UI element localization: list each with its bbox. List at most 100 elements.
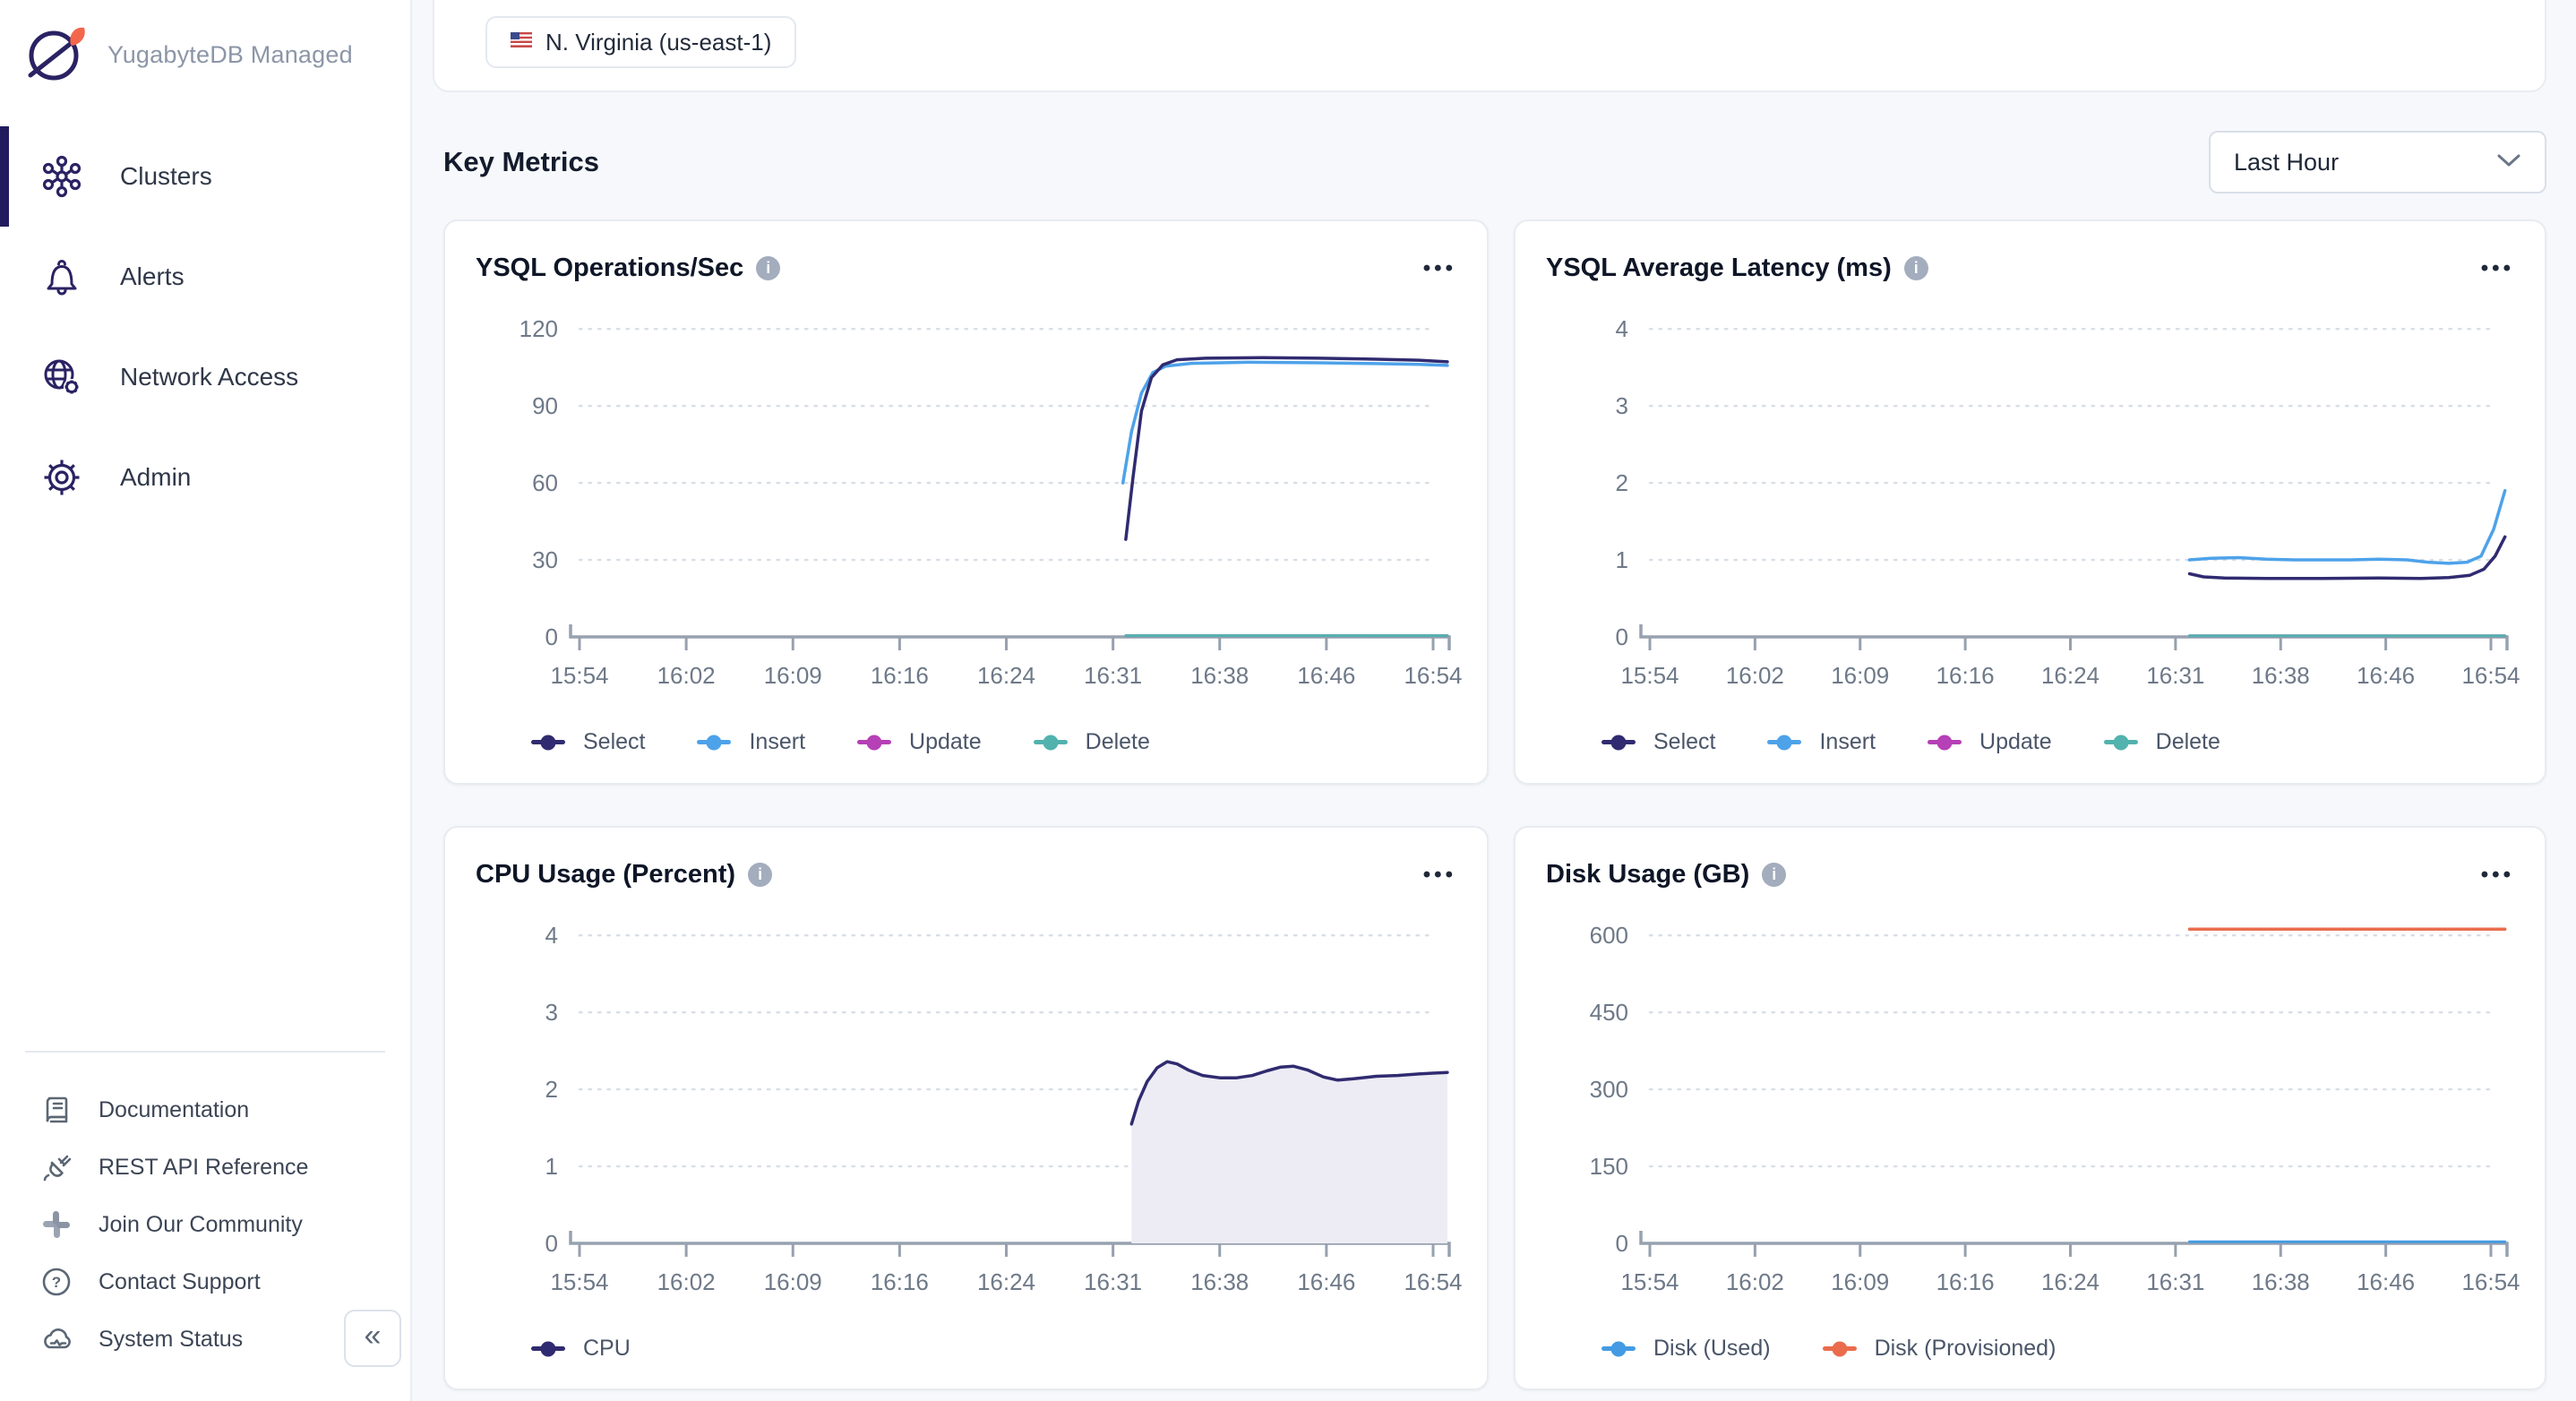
region-chip[interactable]: N. Virginia (us-east-1) xyxy=(485,16,796,68)
sidebar-item-documentation[interactable]: Documentation xyxy=(0,1081,410,1139)
card-ysql-operations: YSQL Operations/Sec i ••• 030609012015:5… xyxy=(443,219,1489,785)
sidebar-footer-label: Join Our Community xyxy=(99,1212,303,1238)
info-icon[interactable]: i xyxy=(756,256,780,280)
svg-text:16:02: 16:02 xyxy=(1726,1268,1784,1295)
sidebar-item-contact-support[interactable]: ? Contact Support xyxy=(0,1253,410,1311)
svg-text:16:09: 16:09 xyxy=(764,1268,822,1295)
card-ysql-latency: YSQL Average Latency (ms) i ••• 0123415:… xyxy=(1514,219,2546,785)
card-menu-ellipsis-icon[interactable]: ••• xyxy=(2481,256,2514,281)
double-chevron-left-icon: « xyxy=(365,1320,382,1351)
legend-item-update[interactable]: Update xyxy=(857,729,982,755)
svg-text:15:54: 15:54 xyxy=(1620,1268,1679,1295)
svg-text:16:38: 16:38 xyxy=(2252,662,2310,689)
legend-marker xyxy=(1823,1346,1857,1351)
chart-legend: Select Insert Update Delete xyxy=(445,729,1487,755)
legend-marker xyxy=(1601,1346,1636,1351)
svg-text:16:46: 16:46 xyxy=(2357,662,2415,689)
legend-item-delete[interactable]: Delete xyxy=(1034,729,1150,755)
legend-item-update[interactable]: Update xyxy=(1928,729,2052,755)
svg-text:1: 1 xyxy=(1616,546,1628,573)
chart-title: YSQL Operations/Sec xyxy=(476,254,743,283)
svg-text:16:38: 16:38 xyxy=(1190,662,1249,689)
legend-item-disk-used[interactable]: Disk (Used) xyxy=(1601,1336,1771,1362)
sidebar-item-join-our-community[interactable]: Join Our Community xyxy=(0,1196,410,1253)
svg-text:1: 1 xyxy=(545,1153,558,1180)
svg-text:0: 0 xyxy=(545,1230,558,1257)
svg-text:16:31: 16:31 xyxy=(2146,662,2204,689)
sidebar-item-clusters[interactable]: Clusters xyxy=(0,126,410,227)
sidebar-item-label: Clusters xyxy=(120,162,212,191)
svg-text:4: 4 xyxy=(1616,315,1628,342)
sidebar-item-network-access[interactable]: Network Access xyxy=(0,327,410,427)
svg-text:16:16: 16:16 xyxy=(1936,1268,1995,1295)
chart-title: CPU Usage (Percent) xyxy=(476,860,735,890)
card-disk-usage: Disk Usage (GB) i ••• 015030045060015:54… xyxy=(1514,826,2546,1390)
svg-text:0: 0 xyxy=(545,623,558,650)
us-flag-icon xyxy=(511,32,532,52)
svg-text:90: 90 xyxy=(532,392,558,419)
svg-text:16:46: 16:46 xyxy=(1297,1268,1355,1295)
sidebar-collapse-button[interactable]: « xyxy=(344,1310,401,1367)
svg-text:15:54: 15:54 xyxy=(1620,662,1679,689)
card-header: YSQL Average Latency (ms) i ••• xyxy=(1516,254,2545,283)
svg-text:16:46: 16:46 xyxy=(2357,1268,2415,1295)
card-menu-ellipsis-icon[interactable]: ••• xyxy=(1423,256,1456,281)
card-header: YSQL Operations/Sec i ••• xyxy=(445,254,1487,283)
info-icon[interactable]: i xyxy=(1904,256,1928,280)
legend-item-disk-provisioned[interactable]: Disk (Provisioned) xyxy=(1823,1336,2057,1362)
legend-item-insert[interactable]: Insert xyxy=(1767,729,1876,755)
legend-marker xyxy=(2104,740,2138,744)
svg-text:4: 4 xyxy=(545,922,558,949)
svg-text:2: 2 xyxy=(545,1076,558,1103)
globe-gear-icon xyxy=(39,356,84,399)
svg-text:16:16: 16:16 xyxy=(871,662,929,689)
legend-item-select[interactable]: Select xyxy=(1601,729,1715,755)
svg-text:16:31: 16:31 xyxy=(2146,1268,2204,1295)
chart-legend: Disk (Used) Disk (Provisioned) xyxy=(1516,1336,2545,1362)
metrics-header: Key Metrics Last Hour xyxy=(443,131,2546,193)
svg-text:60: 60 xyxy=(532,469,558,496)
legend-item-cpu[interactable]: CPU xyxy=(531,1336,631,1362)
legend-item-select[interactable]: Select xyxy=(531,729,645,755)
svg-text:0: 0 xyxy=(1616,623,1628,650)
app-title: YugabyteDB Managed xyxy=(107,41,353,69)
svg-text:15:54: 15:54 xyxy=(550,1268,608,1295)
svg-text:16:31: 16:31 xyxy=(1084,1268,1142,1295)
region-chip-label: N. Virginia (us-east-1) xyxy=(545,29,771,56)
svg-text:16:54: 16:54 xyxy=(2461,662,2520,689)
chart-legend: CPU xyxy=(445,1336,1487,1362)
card-menu-ellipsis-icon[interactable]: ••• xyxy=(2481,863,2514,888)
sidebar-item-admin[interactable]: Admin xyxy=(0,427,410,528)
time-range-value: Last Hour xyxy=(2234,149,2339,176)
svg-text:300: 300 xyxy=(1590,1076,1628,1103)
ysql-operations-chart: 030609012015:5416:0216:0916:1616:2416:31… xyxy=(445,294,1487,706)
sidebar-item-rest-api-reference[interactable]: REST API Reference xyxy=(0,1139,410,1196)
question-circle-icon: ? xyxy=(38,1266,75,1298)
card-menu-ellipsis-icon[interactable]: ••• xyxy=(1423,863,1456,888)
svg-text:16:24: 16:24 xyxy=(2041,662,2099,689)
time-range-select[interactable]: Last Hour xyxy=(2209,131,2546,193)
svg-text:16:38: 16:38 xyxy=(2252,1268,2310,1295)
info-icon[interactable]: i xyxy=(1762,863,1786,887)
sidebar-item-label: Network Access xyxy=(120,363,298,391)
svg-text:16:24: 16:24 xyxy=(977,662,1035,689)
svg-text:16:54: 16:54 xyxy=(2461,1268,2520,1295)
svg-text:600: 600 xyxy=(1590,922,1628,949)
sidebar-divider xyxy=(25,1051,385,1053)
svg-text:30: 30 xyxy=(532,546,558,573)
legend-item-delete[interactable]: Delete xyxy=(2104,729,2220,755)
disk-usage-chart: 015030045060015:5416:0216:0916:1616:2416… xyxy=(1516,900,2545,1312)
legend-item-insert[interactable]: Insert xyxy=(697,729,805,755)
svg-text:3: 3 xyxy=(545,999,558,1026)
legend-marker xyxy=(697,740,731,744)
svg-text:16:38: 16:38 xyxy=(1190,1268,1249,1295)
app-logo-row: YugabyteDB Managed xyxy=(0,0,410,87)
svg-text:16:54: 16:54 xyxy=(1404,662,1462,689)
slack-icon xyxy=(38,1209,75,1240)
gear-icon xyxy=(39,456,84,499)
info-icon[interactable]: i xyxy=(748,863,772,887)
svg-text:16:09: 16:09 xyxy=(1831,1268,1889,1295)
sidebar-item-alerts[interactable]: Alerts xyxy=(0,227,410,327)
svg-text:16:02: 16:02 xyxy=(657,1268,716,1295)
sidebar-footer-label: System Status xyxy=(99,1327,243,1353)
